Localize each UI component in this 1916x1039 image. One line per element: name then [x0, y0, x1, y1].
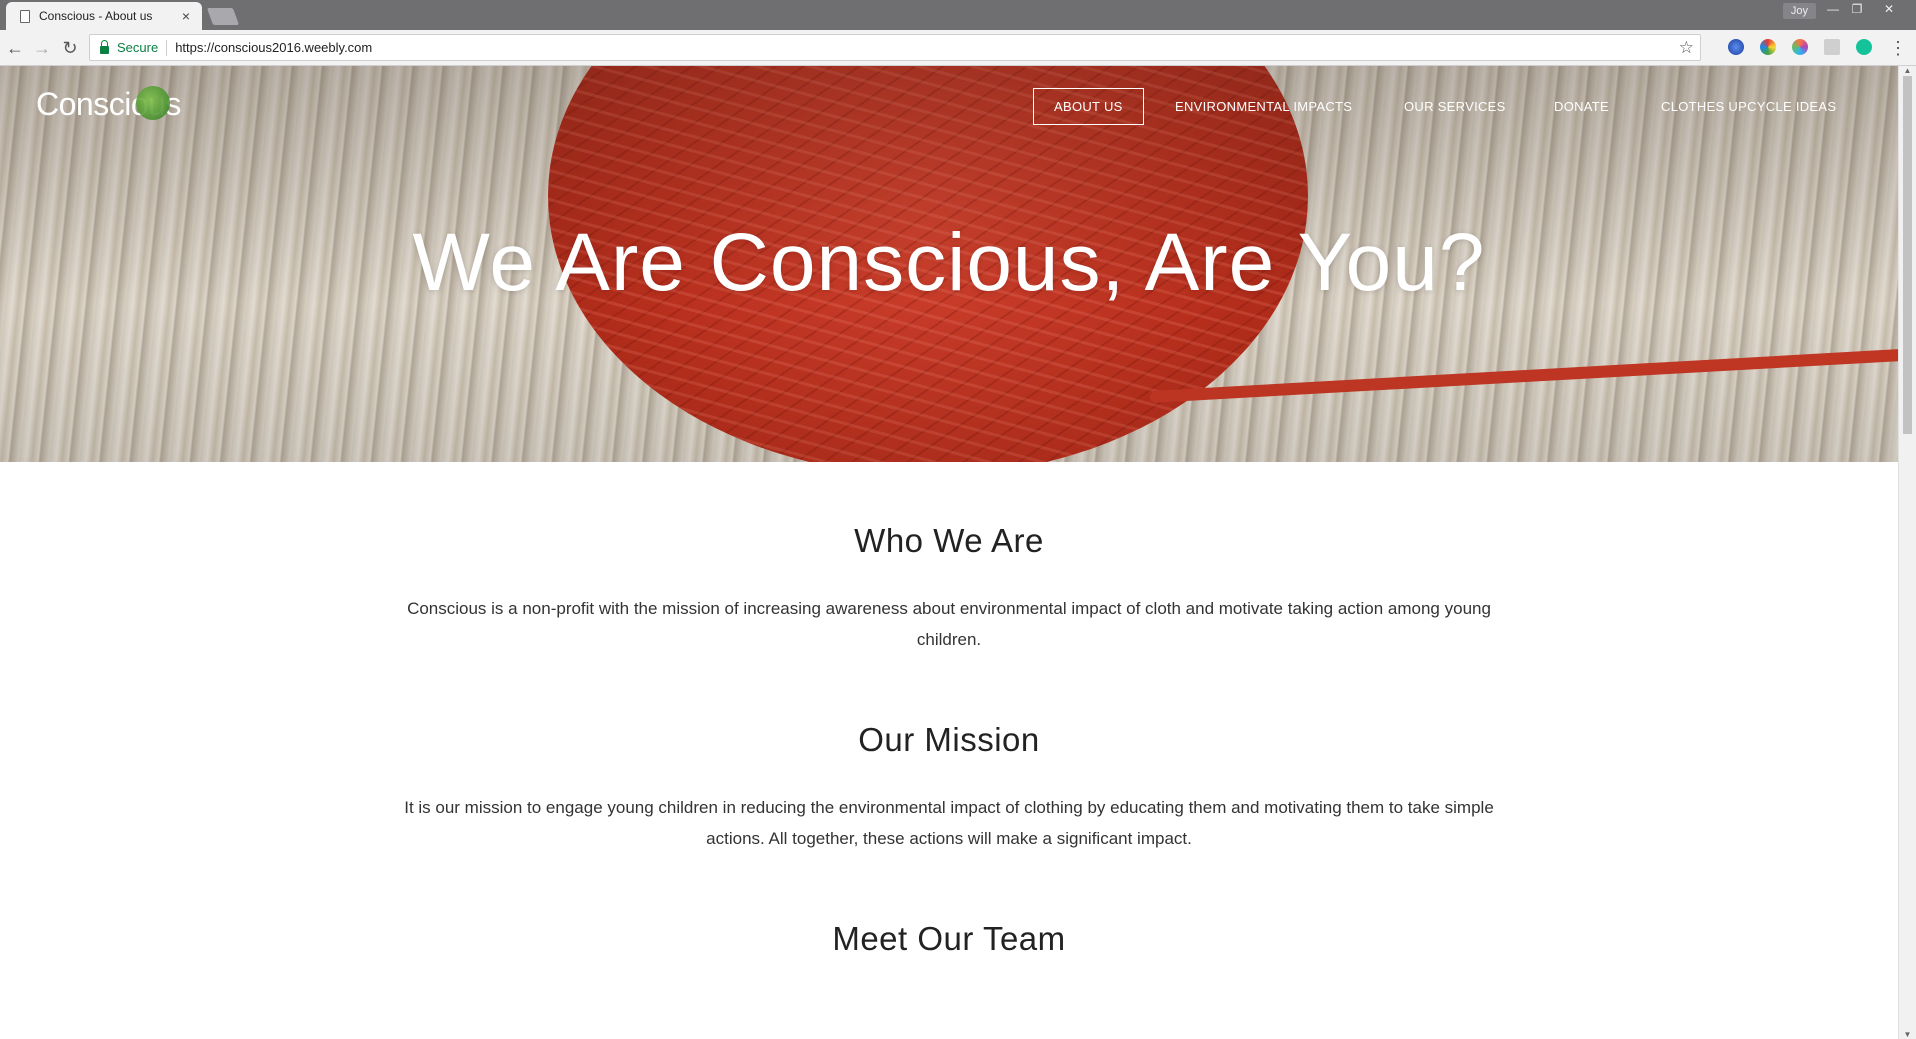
back-icon[interactable]: ←: [3, 36, 27, 60]
lock-icon: [100, 39, 109, 54]
grammarly-icon[interactable]: [1856, 39, 1872, 55]
secure-label: Secure: [117, 40, 159, 55]
scroll-down-arrow-icon[interactable]: ▼: [1902, 1030, 1913, 1039]
reload-icon[interactable]: ↻: [58, 36, 82, 60]
minimize-icon[interactable]: —: [1820, 0, 1846, 18]
our-mission-text: It is our mission to engage young childr…: [404, 798, 1494, 848]
hero-banner: Conscious ABOUT US ENVIRONMENTAL IMPACTS…: [0, 66, 1898, 462]
browser-menu-icon[interactable]: ⋮: [1886, 36, 1910, 60]
extension-icon[interactable]: [1728, 39, 1744, 55]
nav-environmental-impacts[interactable]: ENVIRONMENTAL IMPACTS: [1175, 99, 1352, 114]
who-we-are-heading: Who We Are: [854, 522, 1044, 559]
forward-icon[interactable]: →: [30, 36, 54, 60]
browser-tab-strip: Conscious - About us × Joy — ❐ ✕: [0, 0, 1916, 30]
site-nav: ABOUT US: [1033, 88, 1144, 125]
browser-toolbar: ← → ↻ Secure https://conscious2016.weebl…: [0, 30, 1916, 66]
page-scrollbar[interactable]: ▲ ▼: [1898, 66, 1916, 1039]
page-viewport: Conscious ABOUT US ENVIRONMENTAL IMPACTS…: [0, 66, 1898, 1039]
extension-colorful-icon[interactable]: [1760, 39, 1776, 55]
extension-color-picker-icon[interactable]: [1792, 39, 1808, 55]
close-window-icon[interactable]: ✕: [1876, 0, 1902, 18]
tab-close-icon[interactable]: ×: [178, 8, 194, 24]
separator: [166, 39, 168, 56]
nav-about-us[interactable]: ABOUT US: [1033, 88, 1144, 125]
extension-gray-icon[interactable]: [1824, 39, 1840, 55]
address-bar[interactable]: Secure https://conscious2016.weebly.com …: [89, 34, 1701, 61]
profile-button[interactable]: Joy: [1782, 3, 1816, 19]
logo-leaf-icon: [136, 86, 170, 120]
tab-title: Conscious - About us: [39, 9, 153, 23]
nav-donate[interactable]: DONATE: [1554, 99, 1609, 114]
bookmark-star-icon[interactable]: ☆: [1679, 38, 1694, 58]
nav-our-services[interactable]: OUR SERVICES: [1404, 99, 1506, 114]
url-text[interactable]: https://conscious2016.weebly.com: [175, 40, 1679, 55]
meet-our-team-heading: Meet Our Team: [832, 920, 1066, 957]
who-we-are-text: Conscious is a non-profit with the missi…: [407, 599, 1491, 649]
scroll-up-arrow-icon[interactable]: ▲: [1902, 66, 1913, 75]
our-mission-heading: Our Mission: [858, 721, 1040, 758]
browser-tab[interactable]: Conscious - About us ×: [6, 2, 202, 30]
nav-clothes-upcycle-ideas[interactable]: CLOTHES UPCYCLE IDEAS: [1661, 99, 1836, 114]
hero-title: We Are Conscious, Are You?: [412, 217, 1486, 308]
restore-icon[interactable]: ❐: [1844, 0, 1870, 18]
new-tab-button[interactable]: [206, 8, 240, 25]
page-icon: [20, 9, 30, 23]
scrollbar-thumb[interactable]: [1903, 76, 1912, 434]
